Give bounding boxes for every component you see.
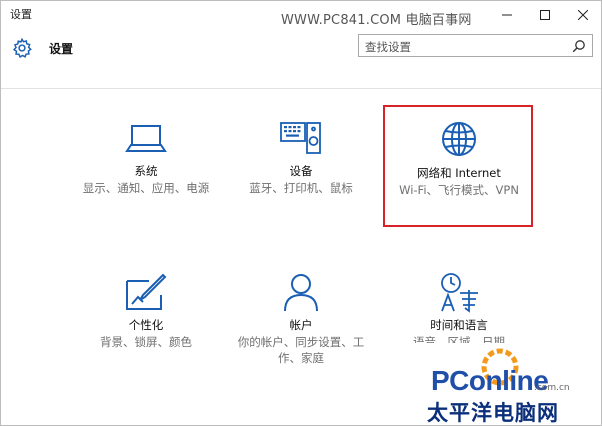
tile-title: 系统 — [134, 164, 158, 178]
tile-title: 时间和语言 — [430, 318, 488, 332]
tile-desc: 蓝牙、打印机、鼠标 — [249, 181, 353, 195]
maximize-button[interactable] — [526, 1, 564, 29]
close-button[interactable] — [564, 1, 601, 29]
header-bar: 设置 查找设置 — [1, 29, 601, 89]
tile-desc: 显示、通知、应用、电源 — [82, 181, 210, 195]
logo-chinese: 太平洋电脑网 — [427, 401, 559, 425]
search-icon[interactable] — [572, 39, 586, 53]
laptop-icon — [125, 125, 167, 152]
close-icon — [578, 10, 588, 20]
tile-title: 设备 — [289, 164, 313, 178]
tile-accounts[interactable]: 帐户 你的帐户、同步设置、工作、家庭 — [226, 257, 376, 377]
time-language-icon — [441, 273, 478, 313]
devices-icon — [280, 122, 321, 154]
pconline-watermark: PConline .com.cn 太平洋电脑网 — [401, 343, 601, 425]
header-divider — [1, 88, 601, 89]
logo-text: PConline — [431, 365, 549, 397]
title-bar: 设置 WWW.PC841.COM 电脑百事网 — [1, 1, 601, 29]
minimize-button[interactable] — [488, 1, 526, 29]
watermark-text: WWW.PC841.COM 电脑百事网 — [281, 13, 472, 28]
tile-personalization[interactable]: 个性化 背景、锁屏、颜色 — [71, 257, 221, 377]
search-placeholder: 查找设置 — [365, 40, 411, 54]
person-icon — [284, 274, 318, 312]
tile-desc: 你的帐户、同步设置、工作、家庭 — [237, 335, 365, 365]
page-title: 设置 — [49, 42, 74, 56]
tile-devices[interactable]: 设备 蓝牙、打印机、鼠标 — [226, 103, 376, 223]
settings-window: 设置 WWW.PC841.COM 电脑百事网 设置 查找设置 系统 显示、通知、… — [0, 0, 602, 426]
tile-system[interactable]: 系统 显示、通知、应用、电源 — [71, 103, 221, 223]
logo-domain: .com.cn — [534, 383, 570, 393]
logo-text-pc: PC — [431, 365, 469, 396]
personalization-icon — [126, 273, 167, 310]
minimize-icon — [502, 14, 512, 16]
tile-title: 个性化 — [128, 318, 164, 332]
tile-title: 帐户 — [289, 318, 313, 332]
gear-icon — [12, 37, 32, 58]
window-title: 设置 — [10, 8, 32, 21]
search-input[interactable]: 查找设置 — [358, 34, 593, 57]
highlight-box — [383, 105, 533, 227]
tile-desc: 背景、锁屏、颜色 — [100, 335, 192, 349]
maximize-icon — [540, 10, 550, 20]
